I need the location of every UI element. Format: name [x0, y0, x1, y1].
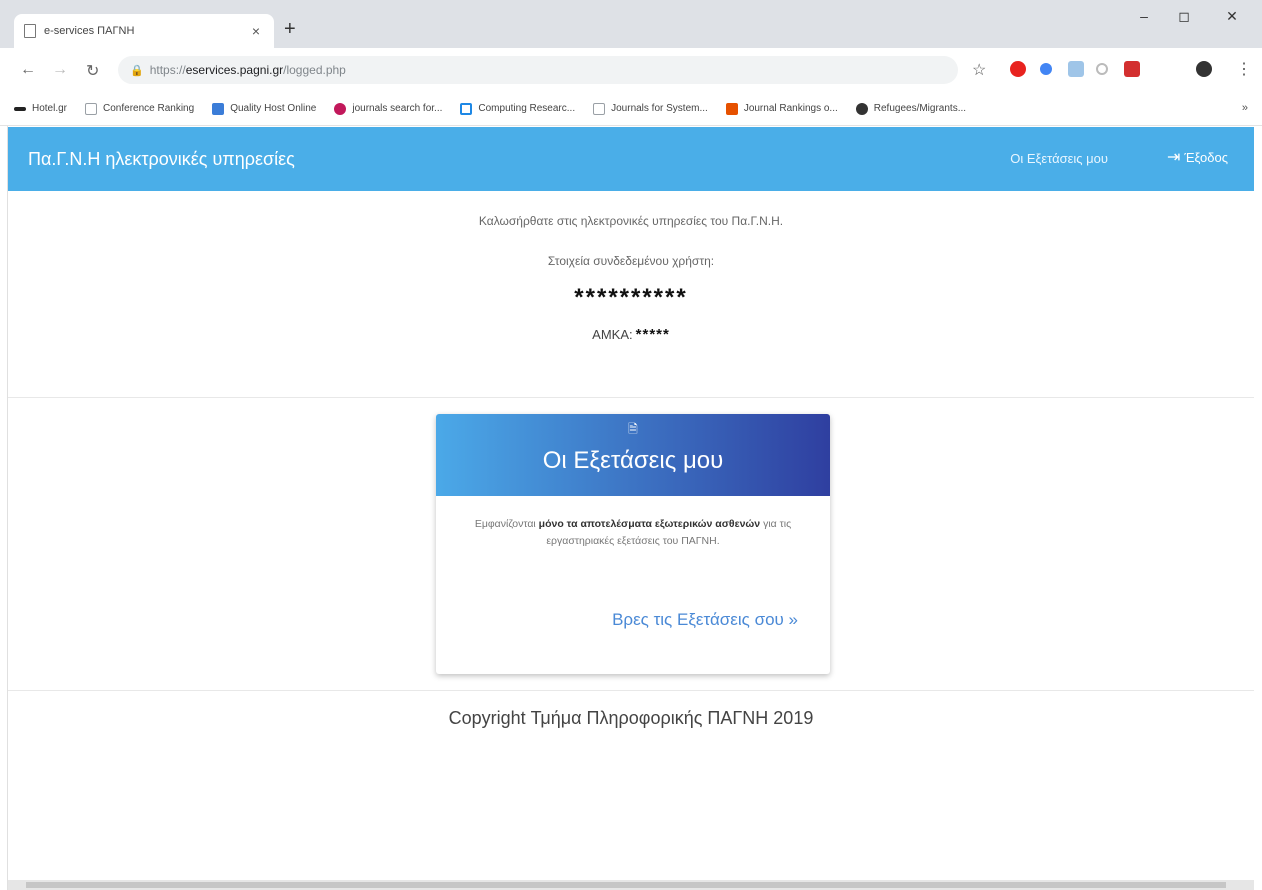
bookmark-label: Conference Ranking — [103, 103, 195, 114]
browser-tab[interactable]: e-services ΠΑΓΝΗ × — [14, 14, 274, 48]
bookmark-item[interactable]: journals search for... — [334, 102, 443, 115]
close-window-button[interactable]: ✕ — [1212, 8, 1252, 25]
card-text-bold: μόνο τα αποτελέσματα εξωτερικών ασθενών — [538, 518, 761, 530]
logout-button[interactable]: ⇥ Έξοδος — [1167, 147, 1228, 167]
document-icon: 🗎 — [628, 422, 638, 436]
bookmark-item[interactable]: Quality Host Online — [212, 102, 317, 115]
extension-icon[interactable] — [1096, 63, 1108, 75]
logout-icon: ⇥ — [1166, 149, 1181, 166]
bookmark-icon — [212, 102, 225, 115]
exams-card: 🗎 Οι Εξετάσεις μου Εμφανίζονται μόνο τα … — [436, 414, 830, 674]
bookmark-icon — [460, 102, 473, 115]
back-button[interactable]: ← — [20, 61, 36, 79]
extension-icon[interactable] — [1124, 61, 1140, 77]
opera-extension-icon[interactable] — [1010, 61, 1026, 77]
footer-copyright: Copyright Τμήμα Πληροφορικής ΠΑΓΝΗ 2019 — [448, 708, 814, 728]
bookmark-icon — [855, 102, 868, 115]
profile-avatar[interactable] — [1196, 61, 1212, 77]
forward-button[interactable]: → — [52, 61, 68, 79]
welcome-text: Καλωσήρθατε στις ηλεκτρονικές υπηρεσίες … — [478, 214, 784, 228]
url-scheme: https:// — [149, 63, 186, 77]
close-tab-icon[interactable]: × — [248, 23, 264, 39]
extension-icon[interactable] — [1040, 63, 1052, 75]
bookmark-item[interactable]: Computing Researc... — [460, 102, 576, 115]
bookmark-item[interactable]: Refugees/Migrants... — [855, 102, 967, 115]
amka-label: ΑΜΚΑ: — [592, 327, 633, 342]
browser-toolbar: ← → ↻ 🔒 https:// eservices.pagni.gr /log… — [0, 48, 1262, 92]
amka-row: ΑΜΚΑ: ***** — [8, 326, 1254, 343]
nav-my-exams-link[interactable]: Οι Εξετάσεις μου — [1010, 151, 1108, 166]
find-exams-link[interactable]: Βρες τις Εξετάσεις σου » — [612, 610, 798, 630]
bookmark-icon — [14, 106, 26, 111]
user-name: ********** — [574, 284, 688, 311]
logout-label: Έξοδος — [1184, 149, 1228, 165]
bookmark-item[interactable]: Journals for System... — [593, 102, 708, 115]
bookmark-item[interactable]: Hotel.gr — [14, 103, 67, 114]
url-host: eservices.pagni.gr — [185, 63, 284, 77]
bookmark-star-icon[interactable]: ☆ — [972, 60, 986, 80]
site-navbar: Πα.Γ.Ν.Η ηλεκτρονικές υπηρεσίες Οι Εξετά… — [8, 127, 1254, 191]
divider — [8, 690, 1254, 691]
reload-button[interactable]: ↻ — [86, 61, 99, 81]
amka-value: ***** — [635, 326, 670, 343]
welcome-section: Καλωσήρθατε στις ηλεκτρονικές υπηρεσίες … — [8, 214, 1254, 343]
page-icon — [24, 24, 36, 38]
page-icon — [85, 102, 98, 115]
bookmark-icon — [725, 102, 738, 115]
extension-icon[interactable] — [1068, 61, 1084, 77]
lock-icon: 🔒 — [130, 64, 144, 77]
bookmark-item[interactable]: Journal Rankings o... — [725, 102, 838, 115]
maximize-button[interactable]: ◻ — [1164, 8, 1204, 25]
bookmark-label: Journals for System... — [611, 103, 708, 114]
bookmark-icon — [334, 102, 347, 115]
site-brand[interactable]: Πα.Γ.Ν.Η ηλεκτρονικές υπηρεσίες — [28, 149, 295, 170]
address-bar[interactable]: 🔒 https:// eservices.pagni.gr /logged.ph… — [118, 56, 958, 84]
scrollbar-thumb[interactable] — [26, 882, 1226, 888]
url-path: /logged.php — [283, 63, 346, 77]
card-text: Εμφανίζονται — [474, 518, 539, 530]
tab-title: e-services ΠΑΓΝΗ — [44, 25, 135, 37]
user-info-label: Στοιχεία συνδεδεμένου χρήστη: — [547, 254, 715, 268]
horizontal-scrollbar[interactable] — [8, 880, 1254, 890]
bookmark-label: journals search for... — [352, 103, 443, 114]
menu-icon[interactable]: ⋮ — [1236, 59, 1252, 79]
card-description: Εμφανίζονται μόνο τα αποτελέσματα εξωτερ… — [436, 496, 830, 550]
divider — [8, 397, 1254, 398]
new-tab-button[interactable]: + — [284, 19, 296, 39]
browser-tabstrip: e-services ΠΑΓΝΗ × + – ◻ ✕ — [0, 0, 1262, 48]
page-icon — [593, 102, 606, 115]
bookmark-label: Computing Researc... — [478, 103, 576, 114]
bookmarks-overflow-button[interactable]: » — [1242, 102, 1248, 114]
bookmark-label: Refugees/Migrants... — [873, 103, 967, 114]
bookmarks-bar: Hotel.gr Conference Ranking Quality Host… — [0, 92, 1262, 126]
bookmark-item[interactable]: Conference Ranking — [85, 102, 195, 115]
bookmark-label: Quality Host Online — [230, 103, 317, 114]
minimize-button[interactable]: – — [1124, 8, 1164, 24]
bookmark-label: Hotel.gr — [32, 103, 68, 114]
card-title: Οι Εξετάσεις μου — [542, 447, 724, 474]
card-header: 🗎 Οι Εξετάσεις μου — [436, 414, 830, 496]
window-edge — [0, 126, 8, 890]
bookmark-label: Journal Rankings o... — [743, 103, 838, 114]
